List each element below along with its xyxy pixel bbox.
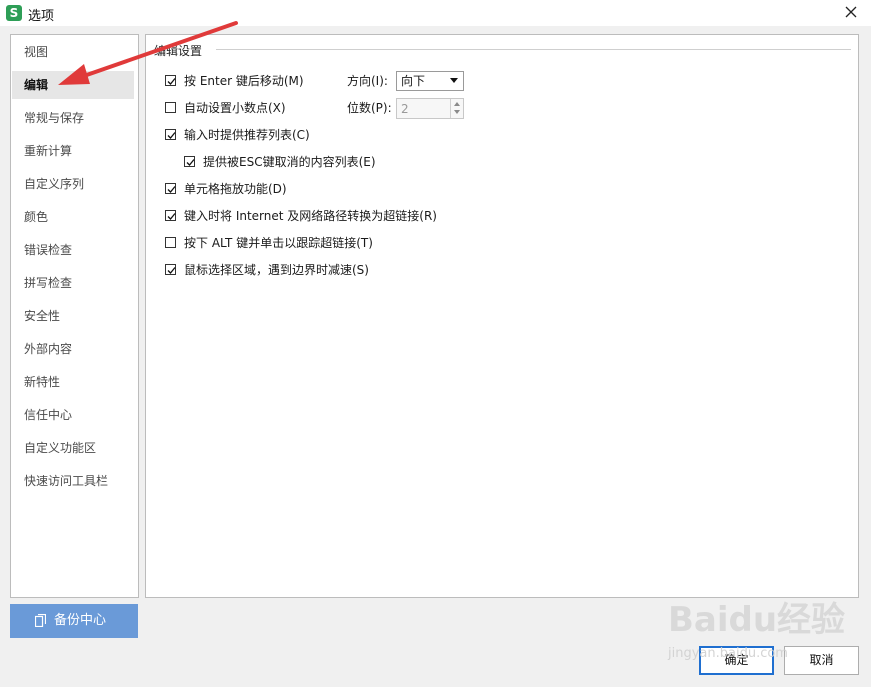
sidebar-item-general-save[interactable]: 常规与保存 — [12, 104, 134, 132]
backup-icon — [35, 614, 46, 627]
watermark-logo: Baidu经验 — [668, 600, 846, 640]
checkbox-move-after-enter[interactable] — [165, 75, 176, 86]
backup-center-label: 备份中心 — [54, 613, 107, 628]
sidebar-item-external[interactable]: 外部内容 — [12, 335, 134, 363]
backup-center-button[interactable]: 备份中心 — [10, 604, 138, 638]
group-divider — [216, 49, 851, 50]
decimals-value: 2 — [401, 102, 409, 116]
cancel-button[interactable]: 取消 — [784, 646, 859, 675]
close-icon[interactable] — [841, 2, 861, 22]
sidebar-item-quick-access[interactable]: 快速访问工具栏 — [12, 467, 134, 495]
group-title: 编辑设置 — [154, 42, 209, 59]
sidebar-item-view[interactable]: 视图 — [12, 38, 134, 66]
sidebar-item-spell-check[interactable]: 拼写检查 — [12, 269, 134, 297]
checkbox-auto-hyperlink[interactable] — [165, 210, 176, 221]
stepper-buttons[interactable] — [450, 99, 463, 118]
sidebar-item-error-check[interactable]: 错误检查 — [12, 236, 134, 264]
watermark-url: jingyan.baidu.com — [668, 646, 788, 661]
checkbox-auto-decimal[interactable] — [165, 102, 176, 113]
checkbox-alt-click-hyperlink[interactable] — [165, 237, 176, 248]
direction-label: 方向(I): — [347, 74, 388, 88]
decimals-label: 位数(P): — [347, 101, 392, 115]
sidebar-item-new-features[interactable]: 新特性 — [12, 368, 134, 396]
chevron-down-icon — [450, 78, 458, 83]
sidebar-item-edit[interactable]: 编辑 — [12, 71, 134, 99]
direction-value: 向下 — [401, 74, 426, 88]
checkbox-autocomplete-list[interactable] — [165, 129, 176, 140]
app-icon: S — [6, 5, 22, 21]
stepper-down-icon[interactable] — [454, 110, 460, 114]
checkbox-slow-select-boundary[interactable] — [165, 264, 176, 275]
decimals-stepper[interactable]: 2 — [396, 98, 464, 119]
checkbox-drag-drop[interactable] — [165, 183, 176, 194]
options-sidebar: 视图 编辑 常规与保存 重新计算 自定义序列 颜色 错误检查 拼写检查 安全性 … — [10, 34, 139, 598]
checkbox-esc-cancel-list[interactable] — [184, 156, 195, 167]
title-bar: S 选项 — [0, 0, 871, 26]
edit-settings-panel: 编辑设置 按 Enter 键后移动(M) 方向(I): 向下 自动设置小数点(X… — [145, 34, 859, 598]
direction-dropdown[interactable]: 向下 — [396, 71, 464, 91]
sidebar-item-color[interactable]: 颜色 — [12, 203, 134, 231]
window-title: 选项 — [28, 9, 55, 24]
sidebar-item-security[interactable]: 安全性 — [12, 302, 134, 330]
sidebar-item-custom-ribbon[interactable]: 自定义功能区 — [12, 434, 134, 462]
sidebar-item-recalc[interactable]: 重新计算 — [12, 137, 134, 165]
sidebar-item-custom-list[interactable]: 自定义序列 — [12, 170, 134, 198]
stepper-up-icon[interactable] — [454, 102, 460, 106]
sidebar-item-trust-center[interactable]: 信任中心 — [12, 401, 134, 429]
